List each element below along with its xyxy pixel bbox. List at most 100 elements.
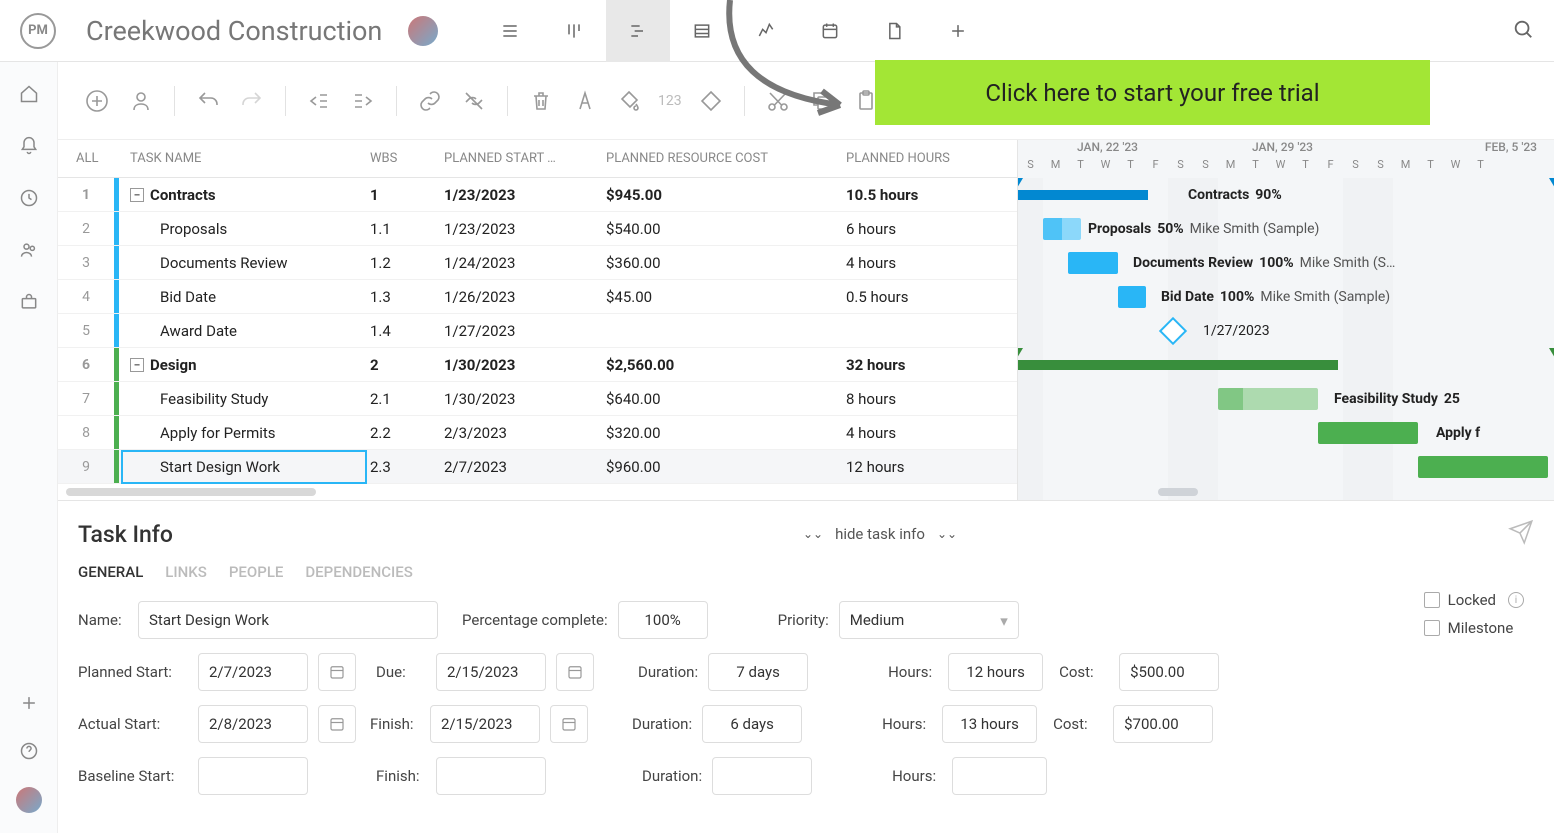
list-view-tab[interactable] (478, 0, 542, 62)
copy-button[interactable] (807, 86, 837, 116)
col-task-name[interactable]: TASK NAME (114, 151, 370, 166)
tab-general[interactable]: GENERAL (78, 563, 143, 581)
pct-input[interactable]: 100% (618, 601, 708, 639)
add-icon[interactable] (17, 691, 41, 715)
gantt-bar[interactable] (1318, 422, 1418, 444)
collapse-button[interactable]: − (130, 358, 144, 372)
col-wbs[interactable]: WBS (370, 151, 444, 166)
chevron-down-icon: ⌄⌄ (937, 527, 957, 541)
day-label: S (1018, 158, 1043, 178)
user-avatar[interactable] (16, 787, 42, 813)
gantt-bar[interactable] (1218, 388, 1318, 410)
name-input[interactable]: Start Design Work (138, 601, 438, 639)
add-view-tab[interactable] (926, 0, 990, 62)
day-label: W (1443, 158, 1468, 178)
table-row[interactable]: 5 Award Date 1.4 1/27/2023 (58, 314, 1017, 348)
col-start[interactable]: PLANNED START … (444, 151, 606, 166)
actual-duration-input[interactable]: 6 days (702, 705, 802, 743)
planned-cost-input[interactable]: $500.00 (1119, 653, 1219, 691)
hours-label: Hours: (888, 663, 938, 681)
planned-hours-input[interactable]: 12 hours (948, 653, 1043, 691)
file-view-tab[interactable] (862, 0, 926, 62)
date-picker-button[interactable] (556, 653, 594, 691)
dashboard-view-tab[interactable] (734, 0, 798, 62)
milestone-checkbox[interactable]: Milestone (1424, 619, 1524, 637)
gantt-bar[interactable] (1068, 252, 1118, 274)
due-input[interactable]: 2/15/2023 (436, 653, 546, 691)
gantt-bar[interactable] (1118, 286, 1146, 308)
info-icon[interactable]: i (1508, 592, 1524, 608)
top-header: PM Creekwood Construction (0, 0, 1554, 62)
baseline-hours-input[interactable] (952, 757, 1047, 795)
board-view-tab[interactable] (542, 0, 606, 62)
col-hours[interactable]: PLANNED HOURS (846, 151, 1014, 166)
portfolio-icon[interactable] (17, 290, 41, 314)
milestone-button[interactable] (696, 86, 726, 116)
gantt-bar[interactable] (1418, 456, 1548, 478)
gantt-label: Bid Date (1161, 289, 1214, 305)
undo-button[interactable] (193, 86, 223, 116)
day-label: F (1318, 158, 1343, 178)
table-row[interactable]: 2 Proposals 1.1 1/23/2023 $540.00 6 hour… (58, 212, 1017, 246)
baseline-start-input[interactable] (198, 757, 308, 795)
indent-button[interactable] (348, 86, 378, 116)
redo-button[interactable] (237, 86, 267, 116)
time-icon[interactable] (17, 186, 41, 210)
delete-button[interactable] (526, 86, 556, 116)
hide-task-info-link[interactable]: ⌄⌄ hide task info ⌄⌄ (803, 525, 957, 543)
app-logo[interactable]: PM (20, 13, 56, 49)
table-row[interactable]: 4 Bid Date 1.3 1/26/2023 $45.00 0.5 hour… (58, 280, 1017, 314)
assign-button[interactable] (126, 86, 156, 116)
date-picker-button[interactable] (550, 705, 588, 743)
link-button[interactable] (415, 86, 445, 116)
baseline-finish-input[interactable] (436, 757, 546, 795)
planned-duration-input[interactable]: 7 days (708, 653, 808, 691)
gantt-bar[interactable] (1043, 218, 1081, 240)
outdent-button[interactable] (304, 86, 334, 116)
sheet-view-tab[interactable] (670, 0, 734, 62)
date-picker-button[interactable] (318, 705, 356, 743)
day-label: F (1143, 158, 1168, 178)
project-avatar[interactable] (408, 16, 438, 46)
cut-button[interactable] (763, 86, 793, 116)
free-trial-banner[interactable]: Click here to start your free trial (875, 60, 1430, 125)
actual-start-input[interactable]: 2/8/2023 (198, 705, 308, 743)
gantt-view-tab[interactable] (606, 0, 670, 62)
unlink-button[interactable] (459, 86, 489, 116)
table-row[interactable]: 9 Start Design Work 2.3 2/7/2023 $960.00… (58, 450, 1017, 484)
actual-hours-input[interactable]: 13 hours (942, 705, 1037, 743)
search-button[interactable] (1512, 18, 1534, 44)
help-icon[interactable] (17, 739, 41, 763)
fill-color-button[interactable] (614, 86, 644, 116)
tab-people[interactable]: PEOPLE (229, 563, 284, 581)
date-picker-button[interactable] (318, 653, 356, 691)
table-row[interactable]: 7 Feasibility Study 2.1 1/30/2023 $640.0… (58, 382, 1017, 416)
locked-checkbox[interactable]: Lockedi (1424, 591, 1524, 609)
planned-start-input[interactable]: 2/7/2023 (198, 653, 308, 691)
week-label: JAN, 22 '23 (1018, 140, 1193, 158)
send-icon[interactable] (1508, 519, 1534, 549)
add-task-button[interactable] (82, 86, 112, 116)
home-icon[interactable] (17, 82, 41, 106)
text-color-button[interactable] (570, 86, 600, 116)
table-row[interactable]: 8 Apply for Permits 2.2 2/3/2023 $320.00… (58, 416, 1017, 450)
finish-input[interactable]: 2/15/2023 (430, 705, 540, 743)
duration-label: Duration: (638, 663, 698, 681)
table-row[interactable]: 1 −Contracts 1 1/23/2023 $945.00 10.5 ho… (58, 178, 1017, 212)
team-icon[interactable] (17, 238, 41, 262)
notifications-icon[interactable] (17, 134, 41, 158)
table-row[interactable]: 3 Documents Review 1.2 1/24/2023 $360.00… (58, 246, 1017, 280)
actual-cost-input[interactable]: $700.00 (1113, 705, 1213, 743)
tab-dependencies[interactable]: DEPENDENCIES (305, 563, 412, 581)
col-cost[interactable]: PLANNED RESOURCE COST (606, 151, 846, 166)
calendar-view-tab[interactable] (798, 0, 862, 62)
priority-select[interactable]: Medium (839, 601, 1019, 639)
table-scrollbar[interactable] (66, 488, 316, 496)
collapse-button[interactable]: − (130, 188, 144, 202)
table-row[interactable]: 6 −Design 2 1/30/2023 $2,560.00 32 hours (58, 348, 1017, 382)
baseline-duration-input[interactable] (712, 757, 812, 795)
tab-links[interactable]: LINKS (165, 563, 207, 581)
gantt-scrollbar[interactable] (1158, 488, 1198, 496)
col-all[interactable]: ALL (58, 151, 114, 166)
milestone-diamond[interactable] (1159, 317, 1187, 345)
